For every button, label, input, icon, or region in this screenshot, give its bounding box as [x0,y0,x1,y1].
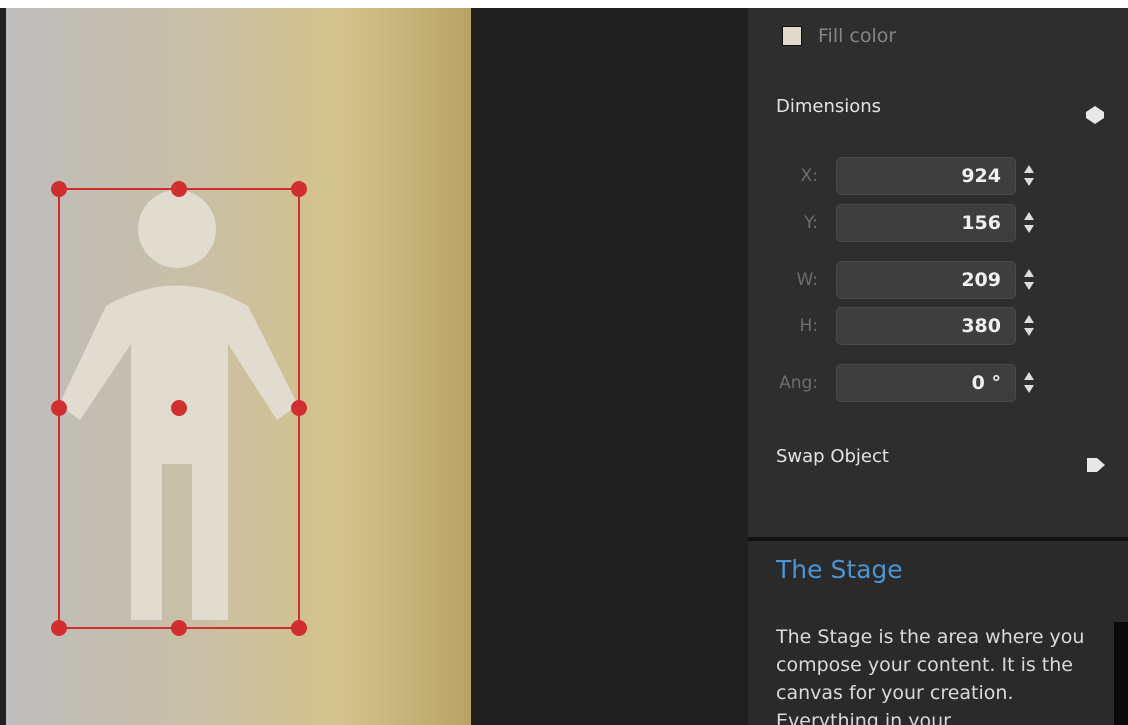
resize-handle-bottom-left [51,620,67,636]
stepper-down-icon [1024,282,1034,290]
y-stepper[interactable] [1022,208,1038,238]
h-stepper[interactable] [1022,311,1038,341]
stepper-down-icon [1024,328,1034,336]
help-panel: The Stage The Stage is the area where yo… [748,541,1128,725]
stepper-up-icon [1024,315,1034,323]
properties-panel: Fill color Dimensions X: 924 Y: 156 W: 2… [748,8,1128,537]
resize-handle-bottom-right [291,620,307,636]
angle-input[interactable]: 0 ° [836,364,1016,402]
field-x: X: 924 [776,156,1038,196]
x-stepper[interactable] [1022,161,1038,191]
dimensions-title[interactable]: Dimensions [776,96,881,117]
h-input[interactable]: 380 [836,307,1016,345]
stage-canvas[interactable] [6,8,471,725]
w-input[interactable]: 209 [836,261,1016,299]
stepper-up-icon [1024,165,1034,173]
x-input[interactable]: 924 [836,157,1016,195]
fill-color-swatch[interactable] [782,26,802,46]
window-top-edge [0,0,1128,8]
fill-color-row[interactable]: Fill color [782,24,896,48]
stepper-down-icon [1024,225,1034,233]
swap-object-title[interactable]: Swap Object [776,446,889,467]
stepper-up-icon [1024,372,1034,380]
stepper-down-icon [1024,385,1034,393]
angle-label: Ang: [779,373,818,393]
field-h: H: 380 [776,306,1038,346]
resize-handle-left [51,400,67,416]
person-body [59,285,298,620]
stepper-down-icon [1024,178,1034,186]
y-input[interactable]: 156 [836,204,1016,242]
center-handle [171,400,187,416]
w-stepper[interactable] [1022,265,1038,295]
expand-arrow-icon[interactable] [1085,454,1107,476]
resize-handle-bottom [171,620,187,636]
stepper-up-icon [1024,212,1034,220]
stage-svg [51,181,307,636]
person-head [138,190,216,268]
resize-handle-top-left [51,181,67,197]
resize-handle-top [171,181,187,197]
angle-stepper[interactable] [1022,368,1038,398]
w-label: W: [796,270,818,290]
help-title: The Stage [776,555,903,584]
workspace-background [471,8,748,725]
resize-handle-right [291,400,307,416]
field-angle: Ang: 0 ° [776,363,1038,403]
h-label: H: [799,316,818,336]
x-label: X: [800,166,818,186]
help-scrollbar[interactable] [1114,622,1128,725]
field-w: W: 209 [776,260,1038,300]
fill-color-label: Fill color [818,25,897,47]
stepper-up-icon [1024,269,1034,277]
collapse-arrow-icon[interactable] [1084,104,1106,126]
help-body: The Stage is the area where you compose … [776,626,1085,725]
y-label: Y: [804,213,818,233]
resize-handle-top-right [291,181,307,197]
field-y: Y: 156 [776,203,1038,243]
